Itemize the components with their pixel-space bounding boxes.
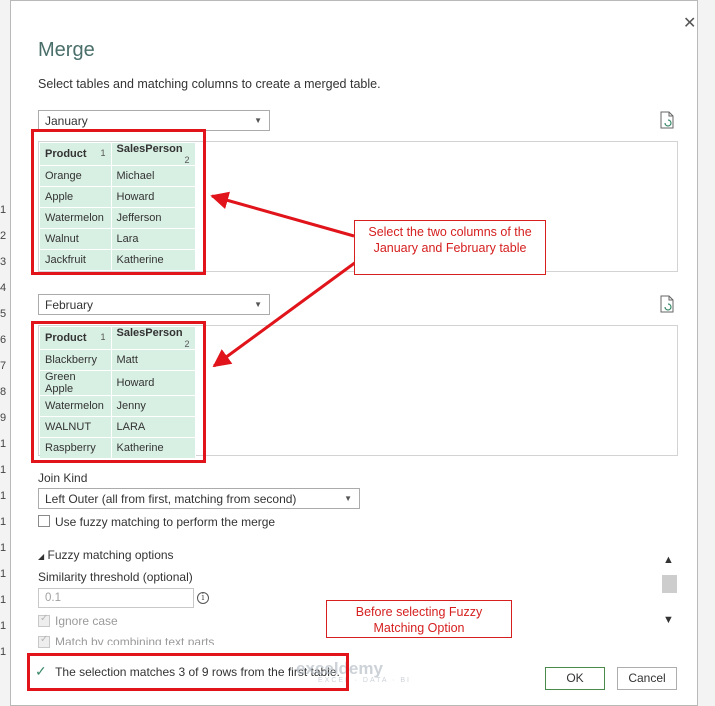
annotation-callout-before-fuzzy: Before selecting Fuzzy Matching Option [326, 600, 512, 638]
highlight-box-status [27, 653, 349, 691]
background-row-number: 3 [0, 256, 7, 268]
join-kind-label: Join Kind [38, 471, 88, 485]
dialog-title: Merge [38, 39, 95, 61]
collapse-triangle-icon: ◢ [38, 552, 45, 561]
background-row-number: 8 [0, 386, 7, 398]
cancel-button[interactable]: Cancel [617, 667, 677, 690]
scroll-down-icon[interactable]: ▼ [663, 614, 674, 626]
combine-text-parts-label: Match by combining text parts [55, 635, 215, 645]
join-kind-value: Left Outer (all from first, matching fro… [45, 492, 297, 506]
background-row-number: 9 [0, 412, 7, 424]
background-row-number: 1 [0, 542, 7, 554]
scrollbar-thumb[interactable] [662, 575, 677, 593]
scroll-up-icon[interactable]: ▲ [663, 554, 674, 566]
close-icon[interactable]: ✕ [683, 13, 696, 33]
ignore-case-checkbox[interactable] [38, 613, 50, 627]
ok-button[interactable]: OK [545, 667, 605, 690]
second-table-value: February [45, 298, 94, 312]
chevron-down-icon: ▼ [254, 116, 262, 125]
background-row-number: 1 [0, 516, 7, 528]
background-row-number: 1 [0, 646, 7, 658]
background-row-number: 1 [0, 490, 7, 502]
annotation-callout-select-columns: Select the two columns of the January an… [354, 220, 546, 275]
chevron-down-icon: ▼ [254, 300, 262, 309]
background-row-number: 1 [0, 594, 7, 606]
background-row-number: 6 [0, 334, 7, 346]
background-row-number: 1 [0, 464, 7, 476]
dialog-subtitle: Select tables and matching columns to cr… [38, 77, 381, 91]
second-table-dropdown[interactable]: February ▼ [38, 294, 270, 315]
options-scrollbar[interactable]: ▲ ▼ [661, 542, 678, 642]
fuzzy-matching-label: Use fuzzy matching to perform the merge [55, 515, 276, 529]
first-table-dropdown[interactable]: January ▼ [38, 110, 270, 131]
ignore-case-label: Ignore case [55, 614, 118, 628]
background-row-number: 5 [0, 308, 7, 320]
fuzzy-matching-checkbox[interactable] [38, 515, 50, 527]
background-row-number: 7 [0, 360, 7, 372]
combine-text-parts-checkbox[interactable] [38, 634, 50, 648]
background-row-number: 4 [0, 282, 7, 294]
background-row-number: 2 [0, 230, 7, 242]
join-kind-dropdown[interactable]: Left Outer (all from first, matching fro… [38, 488, 360, 509]
chevron-down-icon: ▼ [344, 494, 352, 503]
similarity-threshold-label: Similarity threshold (optional) [38, 570, 193, 584]
background-row-number: 1 [0, 438, 7, 450]
highlight-box-first-table [31, 129, 206, 275]
background-row-number: 1 [0, 620, 7, 632]
background-row-number: 1 [0, 568, 7, 580]
similarity-threshold-input[interactable]: 0.1 [38, 588, 194, 608]
first-table-value: January [45, 114, 88, 128]
refresh-preview-icon[interactable] [659, 111, 675, 129]
background-sheet-edge [697, 0, 715, 706]
refresh-preview-icon[interactable] [659, 295, 675, 313]
highlight-box-second-table [31, 321, 206, 463]
info-icon[interactable]: i [197, 592, 209, 604]
background-row-number: 1 [0, 204, 7, 216]
fuzzy-options-toggle[interactable]: ◢ Fuzzy matching options [38, 548, 174, 562]
